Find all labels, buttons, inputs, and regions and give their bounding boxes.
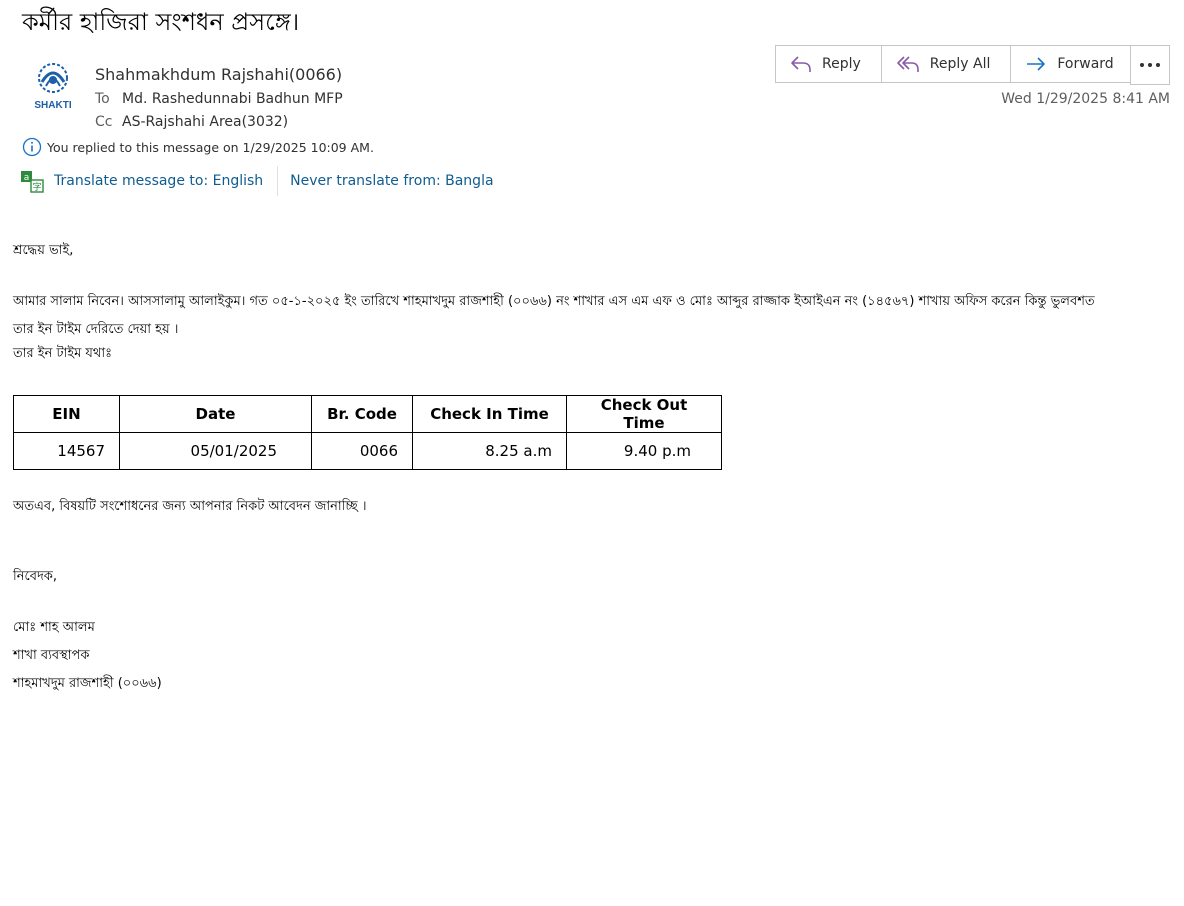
signature-name: মোঃ শাহ আলম (13, 620, 95, 635)
reply-all-label: Reply All (929, 56, 991, 72)
reply-button[interactable]: Reply (776, 46, 882, 82)
cc-recipient[interactable]: AS-Rajshahi Area(3032) (122, 114, 288, 130)
table-header-cell: Date (119, 395, 312, 433)
translate-message-link[interactable]: Translate message to: English (54, 173, 263, 189)
svg-text:字: 字 (32, 181, 41, 193)
to-line: To Md. Rashedunnabi Badhun MFP (95, 91, 343, 107)
sender-avatar[interactable]: SHAKTI (28, 58, 78, 114)
reply-all-arrow-icon (896, 56, 919, 72)
attendance-table: EIN Date Br. Code Check In Time Check Ou… (13, 395, 722, 470)
to-recipient[interactable]: Md. Rashedunnabi Badhun MFP (122, 91, 343, 107)
more-ellipsis-icon (1140, 63, 1160, 67)
table-header-cell: Br. Code (311, 395, 413, 433)
translate-icon: a 字 (21, 171, 44, 193)
signature-branch: শাহমাখদুম রাজশাহী (০০৬৬) (13, 676, 162, 691)
closing: নিবেদক, (13, 569, 57, 584)
replied-info: You replied to this message on 1/29/2025… (22, 137, 374, 157)
body-paragraph-line: তার ইন টাইম যথাঃ (13, 346, 113, 361)
request-line: অতএব, বিষয়টি সংশোধনের জন্য আপনার নিকট আ… (13, 499, 367, 514)
email-reading-pane: কর্মীর হাজিরা সংশধন প্রসঙ্গে। SHAKTI Sha… (0, 0, 1184, 906)
logo-text: SHAKTI (34, 100, 71, 111)
cc-line: Cc AS-Rajshahi Area(3032) (95, 114, 288, 130)
table-cell: 05/01/2025 (119, 432, 312, 470)
table-cell: 8.25 a.m (412, 432, 567, 470)
body-paragraph-line: তার ইন টাইম দেরিতে দেয়া হয় । (13, 322, 179, 337)
table-cell: 0066 (311, 432, 413, 470)
message-timestamp: Wed 1/29/2025 8:41 AM (1001, 91, 1170, 107)
translate-divider (277, 166, 279, 196)
sender-name[interactable]: Shahmakhdum Rajshahi(0066) (95, 65, 342, 84)
shakti-logo-icon: SHAKTI (34, 63, 72, 111)
table-header-cell: Check In Time (412, 395, 567, 433)
forward-arrow-icon (1027, 57, 1046, 71)
table-header-cell: EIN (13, 395, 120, 433)
body-paragraph-line: আমার সালাম নিবেন। আসসালামু আলাইকুম। গত ০… (13, 294, 1095, 309)
never-translate-link[interactable]: Never translate from: Bangla (290, 173, 493, 189)
more-actions-button[interactable] (1130, 45, 1170, 85)
reply-label: Reply (822, 56, 861, 72)
greeting: শ্রদ্ধেয় ভাই, (13, 243, 74, 258)
table-header-cell: Check Out Time (566, 395, 722, 433)
cc-label: Cc (95, 114, 113, 130)
translate-bar: a 字 Translate message to: English Never … (20, 166, 494, 196)
table-row: 14567 05/01/2025 0066 8.25 a.m 9.40 p.m (13, 432, 722, 470)
to-label: To (95, 91, 110, 107)
table-header-row: EIN Date Br. Code Check In Time Check Ou… (13, 395, 722, 433)
replied-info-text: You replied to this message on 1/29/2025… (47, 139, 374, 155)
svg-text:a: a (24, 173, 30, 183)
table-cell: 14567 (13, 432, 120, 470)
info-circle-icon (22, 137, 42, 157)
forward-button[interactable]: Forward (1011, 46, 1133, 82)
signature-title: শাখা ব্যবস্থাপক (13, 648, 90, 663)
forward-label: Forward (1057, 56, 1114, 72)
reply-all-button[interactable]: Reply All (882, 46, 1012, 82)
email-subject: কর্মীর হাজিরা সংশধন প্রসঙ্গে। (22, 8, 300, 36)
reply-arrow-icon (791, 56, 811, 72)
message-actions: Reply Reply All Forward (775, 45, 1135, 83)
table-cell: 9.40 p.m (566, 432, 722, 470)
